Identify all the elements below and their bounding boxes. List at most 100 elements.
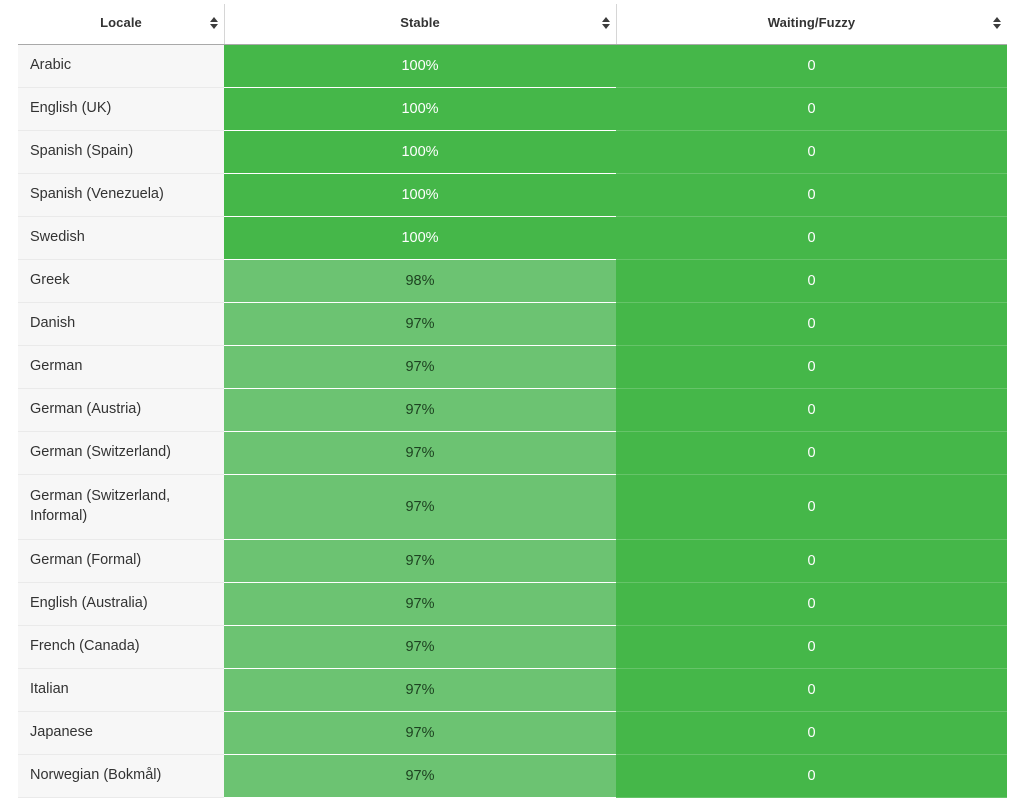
cell-waiting-fuzzy: 0: [616, 583, 1007, 626]
stable-value: 97%: [405, 553, 434, 569]
locale-name: Danish: [30, 314, 75, 334]
table-row[interactable]: Italian 97% 0: [0, 669, 1024, 712]
cell-locale: German: [18, 346, 224, 389]
stable-value: 97%: [405, 639, 434, 655]
table-row[interactable]: German (Switzerland, Informal) 97% 0: [0, 475, 1024, 540]
column-header-stable-label: Stable: [400, 15, 440, 30]
locale-name: Italian: [30, 680, 69, 700]
cell-waiting-fuzzy: 0: [616, 174, 1007, 217]
stable-value: 97%: [405, 316, 434, 332]
table-row[interactable]: Swedish 100% 0: [0, 217, 1024, 260]
stable-value: 97%: [405, 499, 434, 515]
cell-stable: 97%: [224, 475, 616, 540]
header-column-divider: [224, 4, 225, 45]
locale-name: Arabic: [30, 56, 71, 76]
table-row[interactable]: German (Formal) 97% 0: [0, 540, 1024, 583]
cell-locale: English (UK): [18, 88, 224, 131]
table-row[interactable]: Japanese97% 0: [0, 712, 1024, 755]
stable-value: 98%: [405, 273, 434, 289]
locale-name: German (Switzerland, Informal): [30, 487, 216, 526]
waiting-fuzzy-value: 0: [807, 144, 815, 160]
waiting-fuzzy-value: 0: [807, 445, 815, 461]
table-row[interactable]: French (Canada)97%0: [0, 626, 1024, 669]
cell-locale: English (Australia): [18, 583, 224, 626]
table-row[interactable]: English (UK) 100% 0: [0, 88, 1024, 131]
cell-waiting-fuzzy: 0: [616, 475, 1007, 540]
sort-updown-icon[interactable]: [992, 16, 1001, 30]
column-header-waiting-fuzzy[interactable]: Waiting/Fuzzy: [616, 0, 1007, 45]
locale-translation-table: Locale Stable Waiting/Fuzzy Arabic100%0E…: [0, 0, 1024, 801]
column-header-locale[interactable]: Locale: [18, 0, 224, 45]
cell-stable: 97%: [224, 669, 616, 712]
cell-stable: 97%: [224, 755, 616, 798]
header-column-divider: [616, 4, 617, 45]
waiting-fuzzy-value: 0: [807, 101, 815, 117]
locale-name: German (Switzerland): [30, 443, 171, 463]
table-body: Arabic100%0English (UK)100%0Spanish (Spa…: [0, 45, 1024, 798]
cell-stable: 97%: [224, 432, 616, 475]
cell-locale: German (Austria): [18, 389, 224, 432]
sort-updown-icon[interactable]: [601, 16, 610, 30]
table-row[interactable]: Spanish (Spain)100%0: [0, 131, 1024, 174]
column-header-stable[interactable]: Stable: [224, 0, 616, 45]
table-row[interactable]: Danish 97% 0: [0, 303, 1024, 346]
locale-name: English (Australia): [30, 594, 148, 614]
cell-waiting-fuzzy: 0: [616, 88, 1007, 131]
table-row[interactable]: Spanish (Venezuela) 100% 0: [0, 174, 1024, 217]
cell-stable: 100%: [224, 88, 616, 131]
cell-stable: 97%: [224, 540, 616, 583]
table-row[interactable]: Norwegian (Bokmål) 97% 0: [0, 755, 1024, 798]
waiting-fuzzy-value: 0: [807, 273, 815, 289]
cell-locale: German (Formal): [18, 540, 224, 583]
cell-stable: 97%: [224, 712, 616, 755]
locale-name: German: [30, 357, 82, 377]
cell-stable: 100%: [224, 174, 616, 217]
cell-waiting-fuzzy: 0: [616, 260, 1007, 303]
table-row[interactable]: English (Australia) 97% 0: [0, 583, 1024, 626]
stable-value: 97%: [405, 768, 434, 784]
table-row[interactable]: Arabic100%0: [0, 45, 1024, 88]
cell-waiting-fuzzy: 0: [616, 346, 1007, 389]
cell-stable: 97%: [224, 389, 616, 432]
locale-name: Swedish: [30, 228, 85, 248]
column-header-waiting-fuzzy-label: Waiting/Fuzzy: [768, 15, 855, 30]
cell-waiting-fuzzy: 0: [616, 389, 1007, 432]
cell-locale: Japanese: [18, 712, 224, 755]
cell-stable: 97%: [224, 346, 616, 389]
locale-name: Greek: [30, 271, 70, 291]
cell-locale: Spanish (Venezuela): [18, 174, 224, 217]
stable-value: 100%: [401, 230, 438, 246]
cell-locale: Arabic: [18, 45, 224, 88]
table-row[interactable]: German (Switzerland) 97% 0: [0, 432, 1024, 475]
cell-waiting-fuzzy: 0: [616, 669, 1007, 712]
waiting-fuzzy-value: 0: [807, 499, 815, 515]
cell-waiting-fuzzy: 0: [616, 217, 1007, 260]
stable-value: 97%: [405, 596, 434, 612]
cell-waiting-fuzzy: 0: [616, 131, 1007, 174]
cell-stable: 100%: [224, 217, 616, 260]
waiting-fuzzy-value: 0: [807, 725, 815, 741]
cell-waiting-fuzzy: 0: [616, 540, 1007, 583]
stable-value: 97%: [405, 682, 434, 698]
locale-name: German (Formal): [30, 551, 141, 571]
cell-locale: Norwegian (Bokmål): [18, 755, 224, 798]
table-row[interactable]: German 97%0: [0, 346, 1024, 389]
table-header-row: Locale Stable Waiting/Fuzzy: [0, 0, 1024, 45]
waiting-fuzzy-value: 0: [807, 230, 815, 246]
cell-stable: 98%: [224, 260, 616, 303]
cell-waiting-fuzzy: 0: [616, 755, 1007, 798]
locale-name: Norwegian (Bokmål): [30, 766, 161, 786]
cell-stable: 100%: [224, 45, 616, 88]
stable-value: 100%: [401, 101, 438, 117]
column-header-locale-label: Locale: [100, 15, 142, 30]
cell-locale: German (Switzerland): [18, 432, 224, 475]
cell-locale: Italian: [18, 669, 224, 712]
stable-value: 100%: [401, 187, 438, 203]
waiting-fuzzy-value: 0: [807, 682, 815, 698]
cell-stable: 97%: [224, 583, 616, 626]
table-row[interactable]: Greek 98% 0: [0, 260, 1024, 303]
waiting-fuzzy-value: 0: [807, 316, 815, 332]
sort-updown-icon[interactable]: [209, 16, 218, 30]
table-row[interactable]: German (Austria) 97% 0: [0, 389, 1024, 432]
stable-value: 97%: [405, 402, 434, 418]
